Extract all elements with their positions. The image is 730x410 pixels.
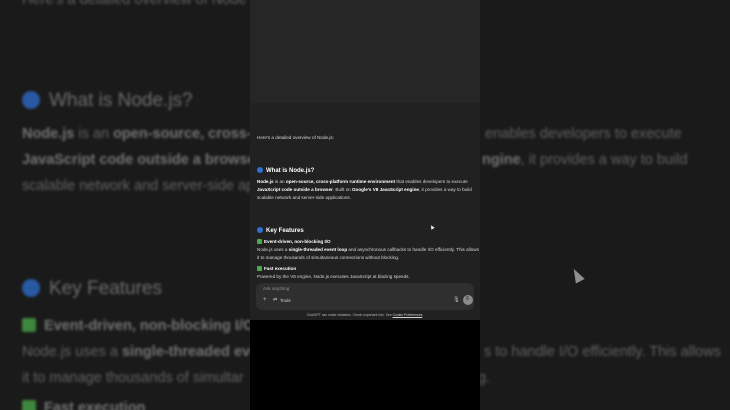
- green-check-icon: [257, 265, 262, 271]
- section-heading-key-features: Key Features: [257, 227, 304, 234]
- bg-heading-what-is: What is Node.js?: [22, 90, 193, 112]
- tools-button[interactable]: Tools: [280, 298, 291, 303]
- green-check-icon: [257, 238, 262, 244]
- tools-icon[interactable]: ⇄: [273, 297, 277, 303]
- disclaimer: ChatGPT can make mistakes. Check importa…: [306, 313, 424, 317]
- bg-paragraph-line: it to manage thousands of simultar: [22, 370, 244, 386]
- bg-heading-key-features: Key Features: [22, 278, 162, 300]
- blue-circle-icon: [257, 167, 263, 173]
- bg-feature-title: Event-driven, non-blocking I/C: [22, 318, 253, 334]
- bg-paragraph-line: scalable network and server-side ap: [22, 178, 255, 194]
- section-paragraph: Node.js is an open-source, cross-platfor…: [257, 179, 472, 200]
- feature-title: Event-driven, non-blocking I/O: [257, 238, 479, 246]
- bg-paragraph-line: Node.js is an open-source, cross-p: [22, 126, 261, 142]
- video-top-area: [250, 0, 480, 103]
- bg-top-line: Here's a detailed overview of Node: [22, 0, 247, 8]
- plus-icon[interactable]: +: [263, 297, 267, 303]
- bg-paragraph-line: s to handle I/O efficiently. This allows: [484, 344, 721, 360]
- voice-waveform-icon: ≡: [465, 296, 470, 302]
- bg-paragraph-line: ngine, it provides a way to build: [482, 152, 688, 168]
- feature-title: Fast execution: [257, 265, 479, 273]
- section-heading-what-is: What is Node.js?: [257, 167, 314, 174]
- video-bottom-area: [250, 320, 480, 410]
- feature-paragraph: Node.js uses a single-threaded event loo…: [257, 247, 479, 260]
- green-check-icon: [22, 400, 36, 410]
- bg-feature-title: Fast execution: [22, 400, 146, 410]
- chat-window: Here's a detailed overview of Node.js: W…: [250, 103, 480, 320]
- cookie-preferences-link[interactable]: Cookie Preferences: [393, 313, 423, 317]
- blue-circle-icon: [22, 91, 40, 109]
- chat-intro: Here's a detailed overview of Node.js:: [257, 135, 334, 140]
- blue-circle-icon: [22, 279, 40, 297]
- bg-paragraph-line: JavaScript code outside a browser: [22, 152, 262, 168]
- green-check-icon: [22, 318, 36, 332]
- message-input[interactable]: Ask anything: [263, 286, 289, 291]
- message-composer[interactable]: Ask anything + ⇄ Tools 🎙 ≡: [256, 283, 474, 310]
- blue-circle-icon: [257, 227, 263, 233]
- bg-paragraph-line: enables developers to execute: [485, 126, 682, 142]
- microphone-icon[interactable]: 🎙: [453, 297, 460, 303]
- feature-paragraph: Powered by the V8 engine, Node.js execut…: [257, 274, 410, 279]
- bg-paragraph-line: Node.js uses a single-threaded eve: [22, 344, 259, 360]
